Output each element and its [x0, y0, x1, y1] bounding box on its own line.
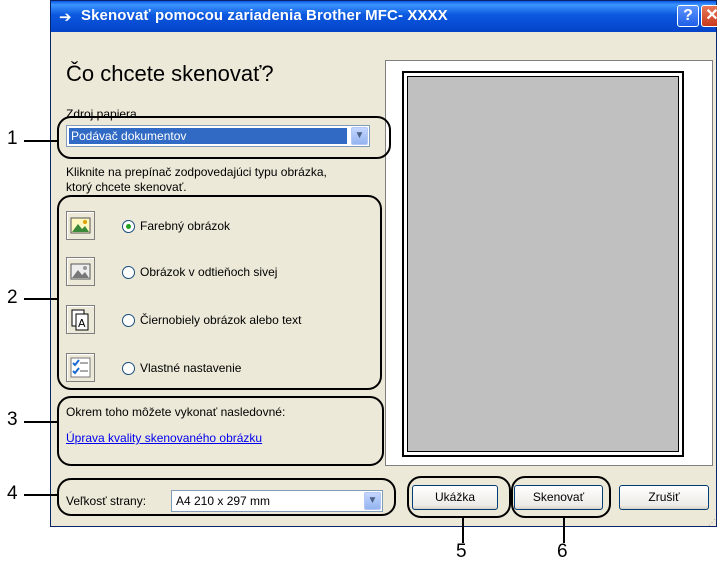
scanner-app-icon: ➔ [59, 9, 72, 26]
resize-grip-icon[interactable]: ⋰ [708, 518, 716, 527]
callout-line-2 [24, 298, 58, 300]
callout-line-6 [563, 517, 565, 543]
callout-line-1 [24, 140, 58, 142]
instructions-line-2: ktorý chcete skenovať. [66, 180, 187, 194]
preview-frame [385, 60, 713, 466]
callout-box-5 [407, 476, 511, 518]
callout-line-3 [24, 421, 58, 423]
callout-number-3: 3 [7, 409, 18, 430]
callout-box-2 [57, 195, 382, 390]
callout-box-4 [57, 478, 396, 516]
help-button[interactable]: ? [677, 5, 699, 27]
callout-number-6: 6 [557, 541, 568, 562]
callout-number-5: 5 [456, 541, 467, 562]
callout-box-3 [57, 396, 384, 466]
window-title: Skenovať pomocou zariadenia Brother MFC-… [81, 7, 448, 24]
preview-page [402, 71, 684, 457]
callout-line-5 [462, 517, 464, 543]
page-heading: Čo chcete skenovať? [66, 61, 274, 86]
preview-area[interactable] [407, 76, 679, 452]
callout-line-4 [24, 494, 58, 496]
callout-number-2: 2 [7, 287, 18, 308]
title-bar[interactable]: ➔ Skenovať pomocou zariadenia Brother MF… [51, 1, 717, 32]
callout-number-1: 1 [7, 128, 18, 149]
cancel-button[interactable]: Zrušiť [619, 485, 709, 510]
close-button[interactable]: ✕ [701, 5, 717, 27]
callout-box-1 [57, 116, 391, 159]
instructions-line-1: Kliknite na prepínač zodpovedajúci typu … [66, 165, 327, 179]
callout-box-6 [511, 476, 611, 518]
callout-number-4: 4 [7, 483, 18, 504]
